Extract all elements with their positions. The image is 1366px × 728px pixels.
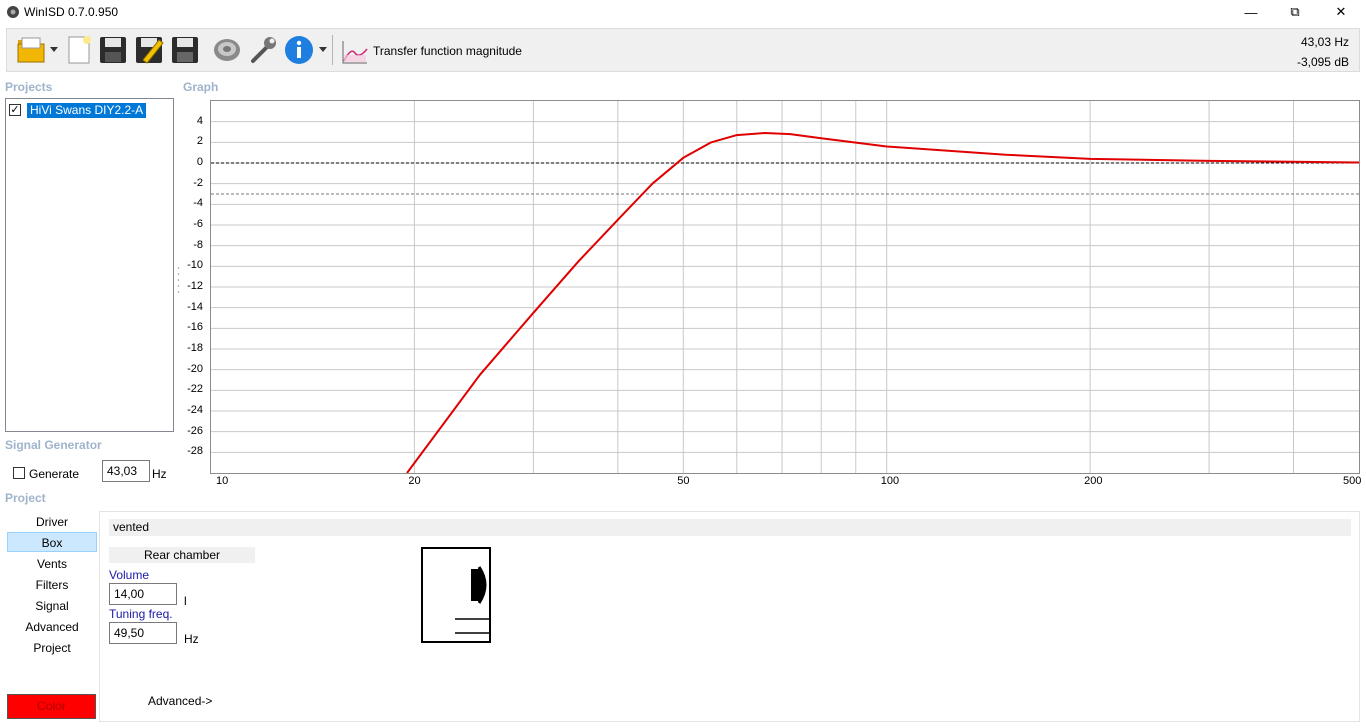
y-tick-label: -4 [193,197,203,210]
generator-frequency-unit: Hz [152,467,167,481]
y-tick-label: -18 [187,342,203,354]
y-tick-label: -20 [187,362,203,375]
tuning-frequency-label: Tuning freq. [109,607,173,621]
signal-generator-section-label: Signal Generator [5,438,102,452]
graph-type-label[interactable]: Transfer function magnitude [373,44,522,58]
y-tick-label: -8 [193,238,203,251]
cursor-frequency-readout: 43,03 Hz [1300,35,1349,49]
nav-filters[interactable]: Filters [7,575,97,595]
color-button[interactable]: Color [7,694,96,719]
project-section-label: Project [5,491,46,505]
rear-chamber-header: Rear chamber [109,547,255,563]
y-tick-label: 0 [196,156,203,168]
project-name[interactable]: HiVi Swans DIY2.2-A [27,102,147,118]
volume-input[interactable]: 14,00 [109,583,177,605]
vented-box-diagram [421,547,491,643]
volume-unit: l [184,594,187,608]
y-tick-label: -2 [193,176,203,189]
nav-advanced[interactable]: Advanced [7,617,97,637]
y-tick-label: -14 [187,300,203,313]
y-tick-label: -26 [187,424,203,437]
project-list-item[interactable]: ✓ HiVi Swans DIY2.2-A [9,102,147,118]
restore-button[interactable]: ⧉ [1272,0,1318,24]
nav-box[interactable]: Box [7,532,97,552]
driver-speaker-icon[interactable] [211,34,243,66]
nav-driver[interactable]: Driver [7,512,97,532]
graph-plot-area[interactable] [210,100,1360,474]
nav-signal[interactable]: Signal [7,596,97,616]
box-type-selector[interactable]: vented [109,519,1351,536]
frequency-response-chart[interactable] [211,101,1359,473]
open-folder-icon[interactable] [15,34,47,66]
y-tick-label: -22 [187,383,203,396]
x-tick-label: 100 [880,475,900,487]
projects-list[interactable]: ✓ HiVi Swans DIY2.2-A [5,98,174,432]
x-tick-label: 20 [408,475,421,487]
info-dropdown-icon[interactable] [319,47,327,53]
generate-label: Generate [29,467,80,481]
x-tick-label: 200 [1084,475,1103,487]
splitter-grip[interactable] [177,266,180,294]
y-tick-label: -10 [187,259,203,272]
open-dropdown-icon[interactable] [50,47,58,53]
y-tick-label: -24 [187,404,203,416]
y-tick-label: 2 [196,135,203,148]
y-tick-label: -16 [187,321,203,334]
new-project-icon[interactable] [63,34,95,66]
generate-checkbox[interactable] [13,467,25,479]
y-tick-label: -28 [187,445,203,458]
y-tick-label: -12 [187,280,203,292]
window-title: WinISD 0.7.0.950 [24,5,119,19]
save-as-icon[interactable] [169,34,201,66]
y-tick-label: 4 [196,114,203,127]
app-icon [7,6,19,18]
close-button[interactable]: ✕ [1318,0,1364,24]
nav-project[interactable]: Project [7,638,97,658]
generator-frequency-input[interactable]: 43,03 [102,460,150,482]
project-checkbox[interactable]: ✓ [9,104,21,116]
graph-section-label: Graph [183,80,219,94]
save-edit-icon[interactable] [133,34,165,66]
advanced-link[interactable]: Advanced-> [148,694,212,708]
toolbar: Transfer function magnitude 43,03 Hz -3,… [6,28,1360,72]
projects-section-label: Projects [5,80,53,94]
x-tick-label: 10 [216,475,229,487]
nav-vents[interactable]: Vents [7,554,97,574]
info-icon[interactable] [283,34,315,66]
minimize-button[interactable]: — [1228,0,1274,24]
tuning-frequency-input[interactable]: 49,50 [109,622,177,644]
x-tick-label: 500 [1343,475,1362,487]
graph-type-icon[interactable] [341,39,369,65]
x-tick-label: 50 [677,475,690,487]
save-icon[interactable] [97,34,129,66]
wrench-icon[interactable] [247,34,279,66]
toolbar-separator [332,35,333,65]
volume-label: Volume [109,568,150,582]
box-settings-panel: vented Rear chamber [99,511,1360,722]
y-tick-label: -6 [193,218,203,230]
cursor-level-readout: -3,095 dB [1296,55,1349,69]
tuning-frequency-unit: Hz [184,632,199,646]
title-bar: WinISD 0.7.0.950 — ⧉ ✕ [0,0,1366,24]
